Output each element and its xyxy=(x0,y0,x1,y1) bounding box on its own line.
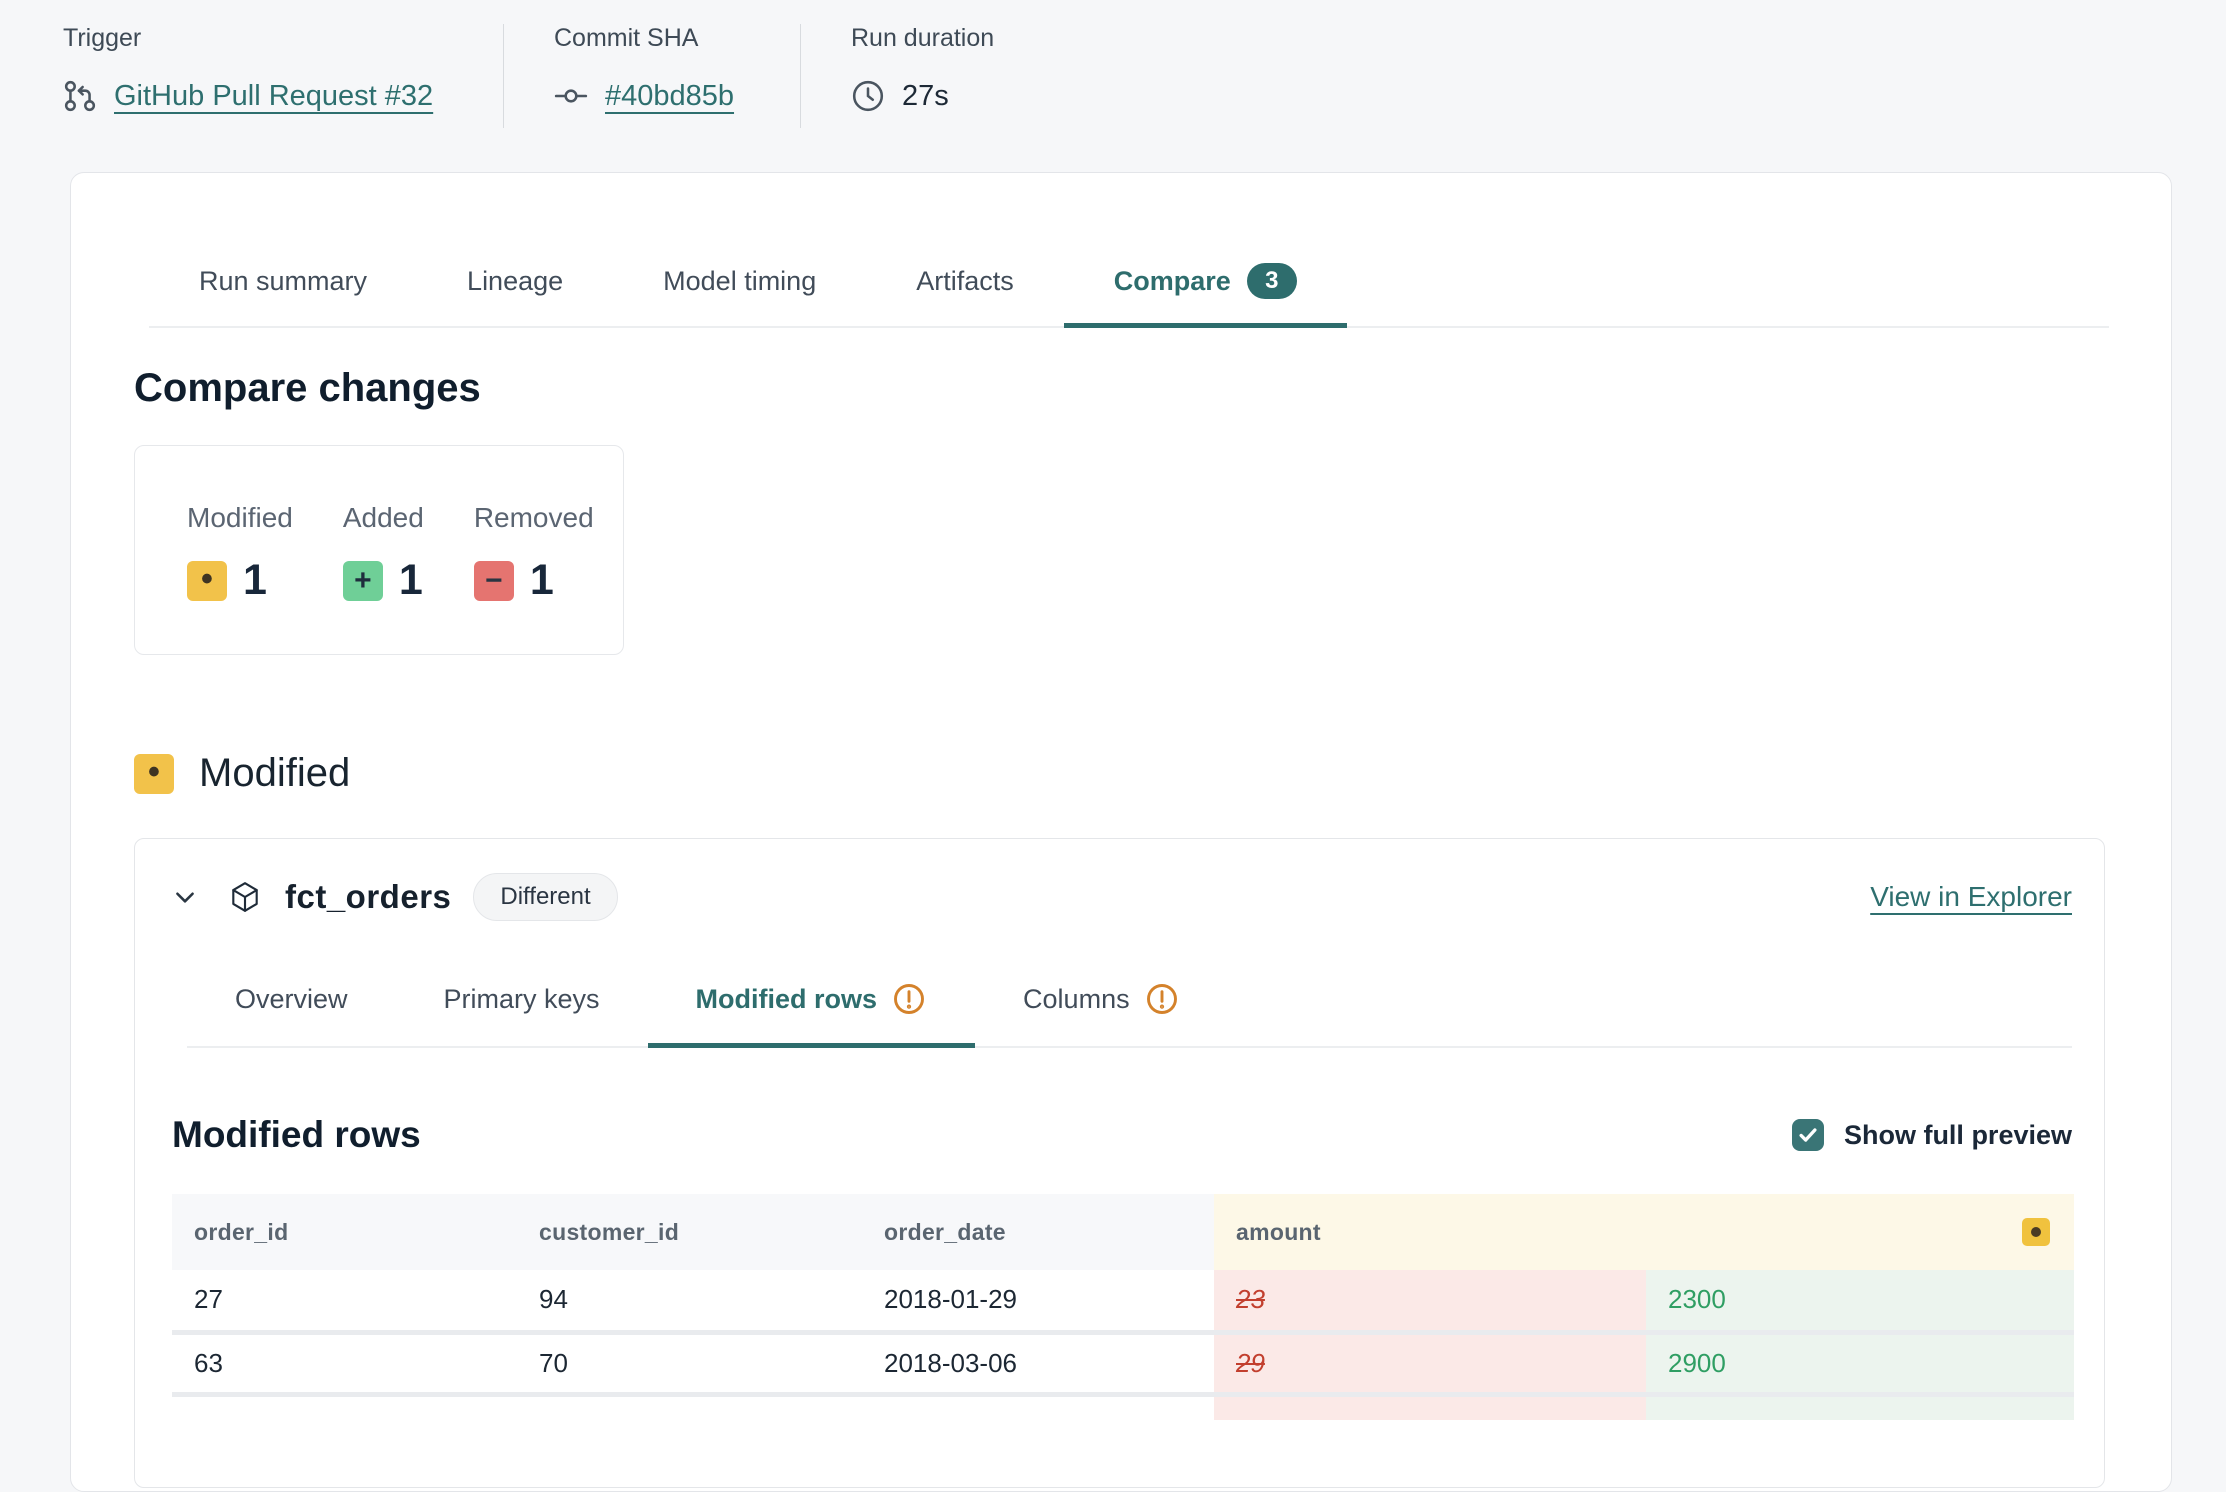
warning-icon xyxy=(891,981,927,1017)
model-name: fct_orders xyxy=(285,878,451,916)
stat-label: Removed xyxy=(474,502,594,534)
stat-value: 1 xyxy=(243,556,267,605)
column-header-amount: amount xyxy=(1214,1194,2074,1270)
stat-removed: Removed − 1 xyxy=(474,502,594,654)
modified-column-marker-icon xyxy=(2022,1218,2050,1246)
meta-divider xyxy=(503,24,504,128)
stat-label: Modified xyxy=(187,502,293,534)
run-duration-label: Run duration xyxy=(851,24,994,53)
table-header-row: order_id customer_id order_date amount xyxy=(172,1194,2074,1270)
cell-customer-id: 94 xyxy=(517,1270,862,1332)
cell-order-id: 63 xyxy=(172,1332,517,1394)
warning-icon xyxy=(1144,981,1180,1017)
clock-icon xyxy=(851,79,885,113)
modified-dot-icon: • xyxy=(134,754,174,794)
removed-minus-icon: − xyxy=(474,561,514,601)
run-tabs: Run summary Lineage Model timing Artifac… xyxy=(149,249,2109,328)
compare-changes-heading: Compare changes xyxy=(134,366,2109,411)
run-detail-card: Run summary Lineage Model timing Artifac… xyxy=(70,172,2172,1492)
trigger-label: Trigger xyxy=(63,24,503,53)
cell-order-date: 2018-01-29 xyxy=(862,1270,1214,1332)
tab-primary-keys[interactable]: Primary keys xyxy=(396,967,648,1048)
pull-request-icon xyxy=(63,79,97,113)
change-summary-card: Modified • 1 Added + 1 Removed − 1 xyxy=(134,445,624,655)
table-row: 27 94 2018-01-29 23 2300 xyxy=(172,1270,2074,1332)
commit-icon xyxy=(554,79,588,113)
meta-divider xyxy=(800,24,801,128)
stat-added: Added + 1 xyxy=(343,502,424,654)
cell-amount-new: 2900 xyxy=(1646,1332,2074,1394)
modified-rows-heading: Modified rows xyxy=(172,1114,421,1156)
tab-artifacts[interactable]: Artifacts xyxy=(866,249,1064,328)
tab-modified-rows[interactable]: Modified rows xyxy=(648,967,976,1048)
tab-lineage[interactable]: Lineage xyxy=(417,249,613,328)
stat-modified: Modified • 1 xyxy=(187,502,293,654)
cell-amount-old: 29 xyxy=(1214,1332,1646,1394)
added-plus-icon: + xyxy=(343,561,383,601)
column-header-order-date: order_date xyxy=(862,1194,1214,1270)
tab-columns[interactable]: Columns xyxy=(975,967,1228,1048)
status-badge: Different xyxy=(473,873,617,921)
package-icon xyxy=(228,880,262,914)
column-header-customer-id: customer_id xyxy=(517,1194,862,1270)
cell-amount-new: 2300 xyxy=(1646,1270,2074,1332)
cell-order-date: 2018-03-06 xyxy=(862,1332,1214,1394)
commit-link[interactable]: #40bd85b xyxy=(605,80,734,113)
stat-value: 1 xyxy=(530,556,554,605)
tab-run-summary[interactable]: Run summary xyxy=(149,249,417,328)
run-meta-bar: Trigger GitHub Pull Request #32 Commit S… xyxy=(0,0,2226,128)
tab-model-timing[interactable]: Model timing xyxy=(613,249,866,328)
column-header-order-id: order_id xyxy=(172,1194,517,1270)
compare-count-badge: 3 xyxy=(1247,263,1297,299)
model-tabs: Overview Primary keys Modified rows Colu… xyxy=(187,967,2072,1048)
checkbox-checked-icon[interactable] xyxy=(1792,1119,1824,1151)
modified-heading: Modified xyxy=(199,751,350,796)
modified-dot-icon: • xyxy=(187,561,227,601)
modified-rows-table: order_id customer_id order_date amount 2… xyxy=(172,1194,2074,1420)
model-card-fct-orders: fct_orders Different View in Explorer Ov… xyxy=(134,838,2105,1488)
cell-order-id: 27 xyxy=(172,1270,517,1332)
run-duration-value: 27s xyxy=(902,80,949,113)
view-in-explorer-link[interactable]: View in Explorer xyxy=(1870,881,2072,913)
tab-overview[interactable]: Overview xyxy=(187,967,396,1048)
cell-amount-old: 23 xyxy=(1214,1270,1646,1332)
cell-customer-id: 70 xyxy=(517,1332,862,1394)
table-row: 63 70 2018-03-06 29 2900 xyxy=(172,1332,2074,1394)
commit-sha-label: Commit SHA xyxy=(554,24,800,53)
chevron-down-icon[interactable] xyxy=(172,884,198,910)
tab-compare[interactable]: Compare 3 xyxy=(1064,249,1347,328)
modified-section-header: • Modified xyxy=(134,751,2109,796)
show-full-preview-label: Show full preview xyxy=(1844,1120,2072,1151)
table-row xyxy=(172,1394,2074,1420)
stat-value: 1 xyxy=(399,556,423,605)
trigger-link[interactable]: GitHub Pull Request #32 xyxy=(114,80,433,113)
show-full-preview-toggle[interactable]: Show full preview xyxy=(1792,1119,2072,1151)
stat-label: Added xyxy=(343,502,424,534)
